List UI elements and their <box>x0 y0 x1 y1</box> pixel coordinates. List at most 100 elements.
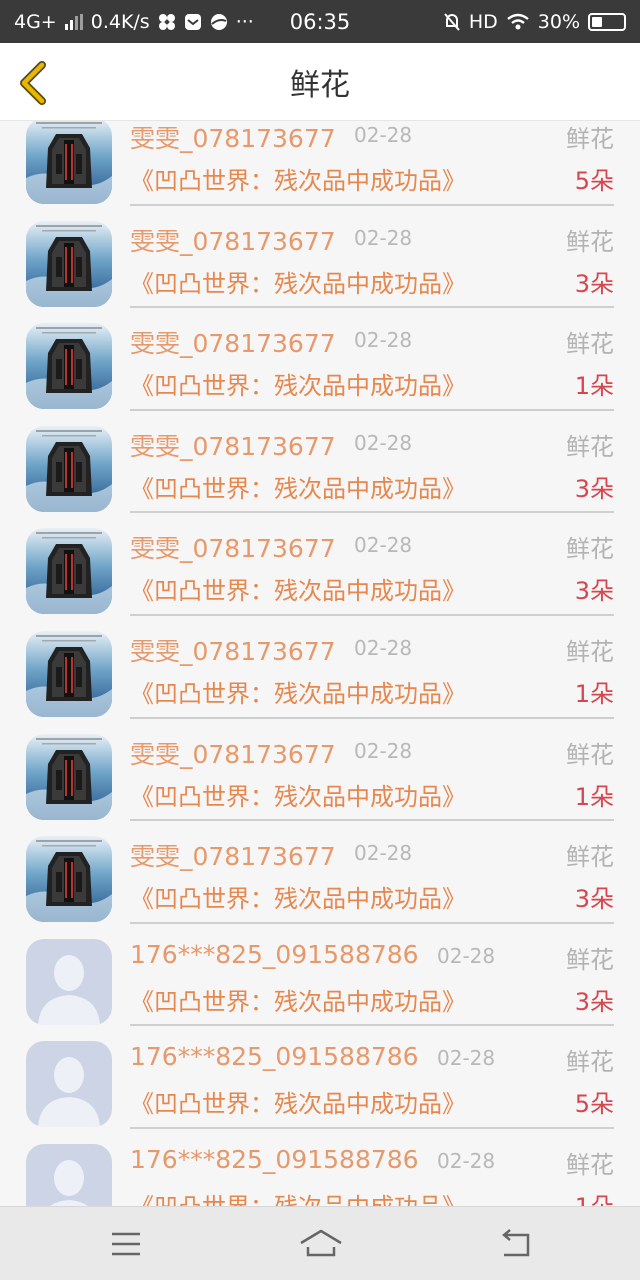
avatar <box>26 220 112 307</box>
game-cover-avatar <box>26 323 112 410</box>
date-text: 02-28 <box>437 1046 496 1071</box>
avatar <box>26 425 112 512</box>
list-item[interactable]: 雯雯_078173677 02-28 鲜花 《凹凸世界：残次品中成功品》 5朵 <box>0 121 640 212</box>
date-text: 02-28 <box>437 1148 496 1173</box>
gift-type: 鲜花 <box>566 843 614 872</box>
game-cover-avatar <box>26 630 112 717</box>
back-nav-button[interactable] <box>496 1227 536 1261</box>
list-item[interactable]: 雯雯_078173677 02-28 鲜花 《凹凸世界：残次品中成功品》 3朵 <box>0 519 640 622</box>
list-item-content: 176***825_091588786 02-28 鲜花 《凹凸世界：残次品中成… <box>130 1143 614 1206</box>
back-icon <box>502 1229 530 1257</box>
username: 雯雯_078173677 <box>130 431 336 461</box>
list-item-content: 雯雯_078173677 02-28 鲜花 《凹凸世界：残次品中成功品》 3朵 <box>130 220 614 309</box>
gift-type: 鲜花 <box>566 227 614 256</box>
avatar <box>26 836 112 923</box>
username: 雯雯_078173677 <box>130 226 336 256</box>
gift-type: 鲜花 <box>566 330 614 359</box>
username: 雯雯_078173677 <box>130 329 336 359</box>
avatar <box>26 323 112 410</box>
avatar <box>26 733 112 820</box>
avatar <box>26 1143 112 1206</box>
date-text: 02-28 <box>354 738 413 763</box>
network-speed: 0.4K/s <box>90 10 150 33</box>
book-title: 《凹凸世界：残次品中成功品》 <box>130 1187 466 1206</box>
browser-app-icon <box>210 13 227 30</box>
battery-percent: 30% <box>537 10 580 33</box>
book-title: 《凹凸世界：残次品中成功品》 <box>130 167 466 195</box>
gift-type: 鲜花 <box>566 432 614 461</box>
gift-type: 鲜花 <box>566 125 614 153</box>
flower-count: 3朵 <box>574 269 614 298</box>
list-item-content: 雯雯_078173677 02-28 鲜花 《凹凸世界：残次品中成功品》 3朵 <box>130 425 614 514</box>
list-item-content: 雯雯_078173677 02-28 鲜花 《凹凸世界：残次品中成功品》 1朵 <box>130 733 614 822</box>
flower-count: 5朵 <box>574 167 614 195</box>
flower-count: 3朵 <box>574 885 614 914</box>
list-item[interactable]: 雯雯_078173677 02-28 鲜花 《凹凸世界：残次品中成功品》 3朵 <box>0 417 640 520</box>
book-title: 《凹凸世界：残次品中成功品》 <box>130 372 466 401</box>
home-button[interactable] <box>298 1227 344 1261</box>
avatar <box>26 630 112 717</box>
book-title: 《凹凸世界：残次品中成功品》 <box>130 1090 466 1119</box>
username: 雯雯_078173677 <box>130 636 336 666</box>
flower-record-list: 雯雯_078173677 02-28 鲜花 《凹凸世界：残次品中成功品》 5朵 … <box>0 121 640 1206</box>
network-type: 4G+ <box>14 10 57 33</box>
avatar <box>26 121 112 204</box>
list-item-content: 雯雯_078173677 02-28 鲜花 《凹凸世界：残次品中成功品》 1朵 <box>130 322 614 411</box>
default-person-avatar <box>26 938 112 1025</box>
list-item[interactable]: 雯雯_078173677 02-28 鲜花 《凹凸世界：残次品中成功品》 1朵 <box>0 622 640 725</box>
clock: 06:35 <box>289 9 351 34</box>
mute-bell-icon <box>444 12 460 31</box>
menu-button[interactable] <box>106 1227 146 1261</box>
pinwheel-icon <box>158 13 175 30</box>
list-item[interactable]: 176***825_091588786 02-28 鲜花 《凹凸世界：残次品中成… <box>0 1032 640 1135</box>
game-cover-avatar <box>26 836 112 923</box>
flower-count: 1朵 <box>574 782 614 811</box>
gift-type: 鲜花 <box>566 637 614 666</box>
date-text: 02-28 <box>354 225 413 250</box>
username: 雯雯_078173677 <box>130 534 336 564</box>
avatar <box>26 938 112 1025</box>
flower-count: 3朵 <box>574 577 614 606</box>
book-title: 《凹凸世界：残次品中成功品》 <box>130 885 466 914</box>
back-button[interactable] <box>14 59 54 107</box>
list-item-content: 雯雯_078173677 02-28 鲜花 《凹凸世界：残次品中成功品》 5朵 <box>130 121 614 206</box>
flower-count: 3朵 <box>574 474 614 503</box>
list-item[interactable]: 雯雯_078173677 02-28 鲜花 《凹凸世界：残次品中成功品》 3朵 <box>0 212 640 315</box>
chevron-left-icon <box>20 61 46 105</box>
battery-icon <box>588 12 626 31</box>
list-item[interactable]: 雯雯_078173677 02-28 鲜花 《凹凸世界：残次品中成功品》 1朵 <box>0 314 640 417</box>
date-text: 02-28 <box>354 328 413 353</box>
book-title: 《凹凸世界：残次品中成功品》 <box>130 474 466 503</box>
flower-count: 3朵 <box>574 987 614 1016</box>
avatar <box>26 528 112 615</box>
username: 176***825_091588786 <box>130 1144 419 1174</box>
flower-count: 1朵 <box>574 679 614 708</box>
gift-type: 鲜花 <box>566 945 614 974</box>
username: 176***825_091588786 <box>130 939 419 969</box>
gift-type: 鲜花 <box>566 1150 614 1179</box>
list-item[interactable]: 176***825_091588786 02-28 鲜花 《凹凸世界：残次品中成… <box>0 1135 640 1206</box>
list-item[interactable]: 雯雯_078173677 02-28 鲜花 《凹凸世界：残次品中成功品》 3朵 <box>0 827 640 930</box>
date-text: 02-28 <box>354 430 413 455</box>
username: 176***825_091588786 <box>130 1042 419 1072</box>
date-text: 02-28 <box>354 533 413 558</box>
date-text: 02-28 <box>354 841 413 866</box>
username: 雯雯_078173677 <box>130 124 336 153</box>
message-app-icon <box>184 13 201 30</box>
game-cover-avatar <box>26 733 112 820</box>
flower-count: 1朵 <box>574 372 614 401</box>
username: 雯雯_078173677 <box>130 739 336 769</box>
page-title: 鲜花 <box>290 67 350 103</box>
gift-type: 鲜花 <box>566 1048 614 1077</box>
book-title: 《凹凸世界：残次品中成功品》 <box>130 269 466 298</box>
list-item[interactable]: 雯雯_078173677 02-28 鲜花 《凹凸世界：残次品中成功品》 1朵 <box>0 725 640 828</box>
avatar <box>26 1041 112 1128</box>
list-item[interactable]: 176***825_091588786 02-28 鲜花 《凹凸世界：残次品中成… <box>0 930 640 1033</box>
list-item-content: 雯雯_078173677 02-28 鲜花 《凹凸世界：残次品中成功品》 1朵 <box>130 630 614 719</box>
flower-count: 1朵 <box>575 1187 614 1206</box>
date-text: 02-28 <box>354 123 413 147</box>
hd-indicator: HD <box>468 10 498 33</box>
list-item-content: 雯雯_078173677 02-28 鲜花 《凹凸世界：残次品中成功品》 3朵 <box>130 835 614 924</box>
list-item-content: 176***825_091588786 02-28 鲜花 《凹凸世界：残次品中成… <box>130 938 614 1027</box>
book-title: 《凹凸世界：残次品中成功品》 <box>130 782 466 811</box>
